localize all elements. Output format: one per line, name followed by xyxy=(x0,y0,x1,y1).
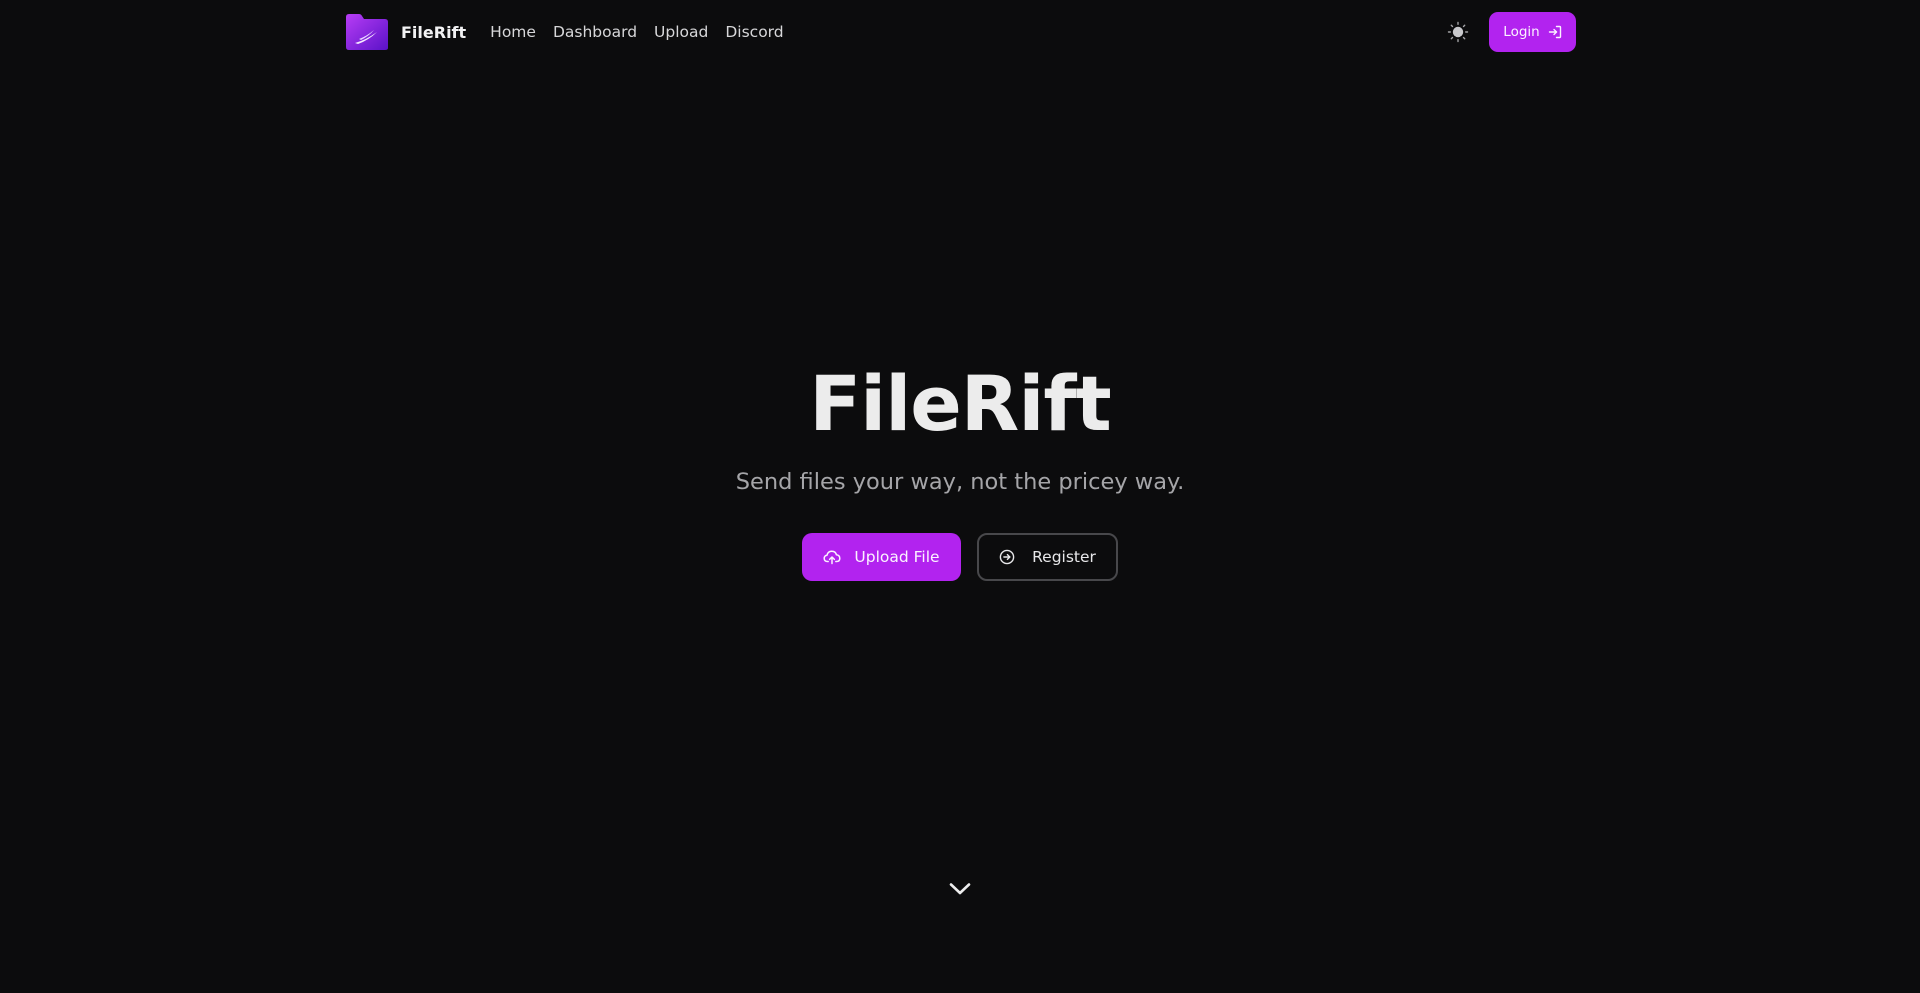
theme-toggle-button[interactable] xyxy=(1445,19,1471,45)
filerift-logo-icon xyxy=(346,14,388,50)
hero-title: FileRift xyxy=(809,359,1112,448)
nav-actions: Login xyxy=(1445,12,1576,52)
nav-link-home[interactable]: Home xyxy=(490,23,536,41)
nav-links: Home Dashboard Upload Discord xyxy=(490,23,800,41)
register-button[interactable]: Register xyxy=(977,533,1118,581)
login-button[interactable]: Login xyxy=(1489,12,1576,52)
circle-arrow-right-icon xyxy=(999,549,1015,565)
cloud-upload-icon xyxy=(823,550,841,565)
brand-home-link[interactable]: FileRift xyxy=(344,13,466,51)
scroll-down-button[interactable] xyxy=(947,876,973,902)
upload-file-label: Upload File xyxy=(854,548,940,566)
nav-link-discord[interactable]: Discord xyxy=(725,23,783,41)
sun-icon xyxy=(1447,21,1469,43)
nav-link-upload[interactable]: Upload xyxy=(654,23,708,41)
hero-actions: Upload File Register xyxy=(802,533,1118,581)
upload-file-button[interactable]: Upload File xyxy=(802,533,961,581)
brand-name: FileRift xyxy=(401,22,467,42)
nav-link-dashboard[interactable]: Dashboard xyxy=(553,23,637,41)
hero-subtitle: Send files your way, not the pricey way. xyxy=(735,469,1185,495)
chevron-down-icon xyxy=(949,883,971,895)
register-label: Register xyxy=(1032,548,1096,566)
login-label: Login xyxy=(1503,24,1540,40)
sign-in-icon xyxy=(1548,25,1561,39)
top-navbar: FileRift Home Dashboard Upload Discord L… xyxy=(344,0,1576,64)
